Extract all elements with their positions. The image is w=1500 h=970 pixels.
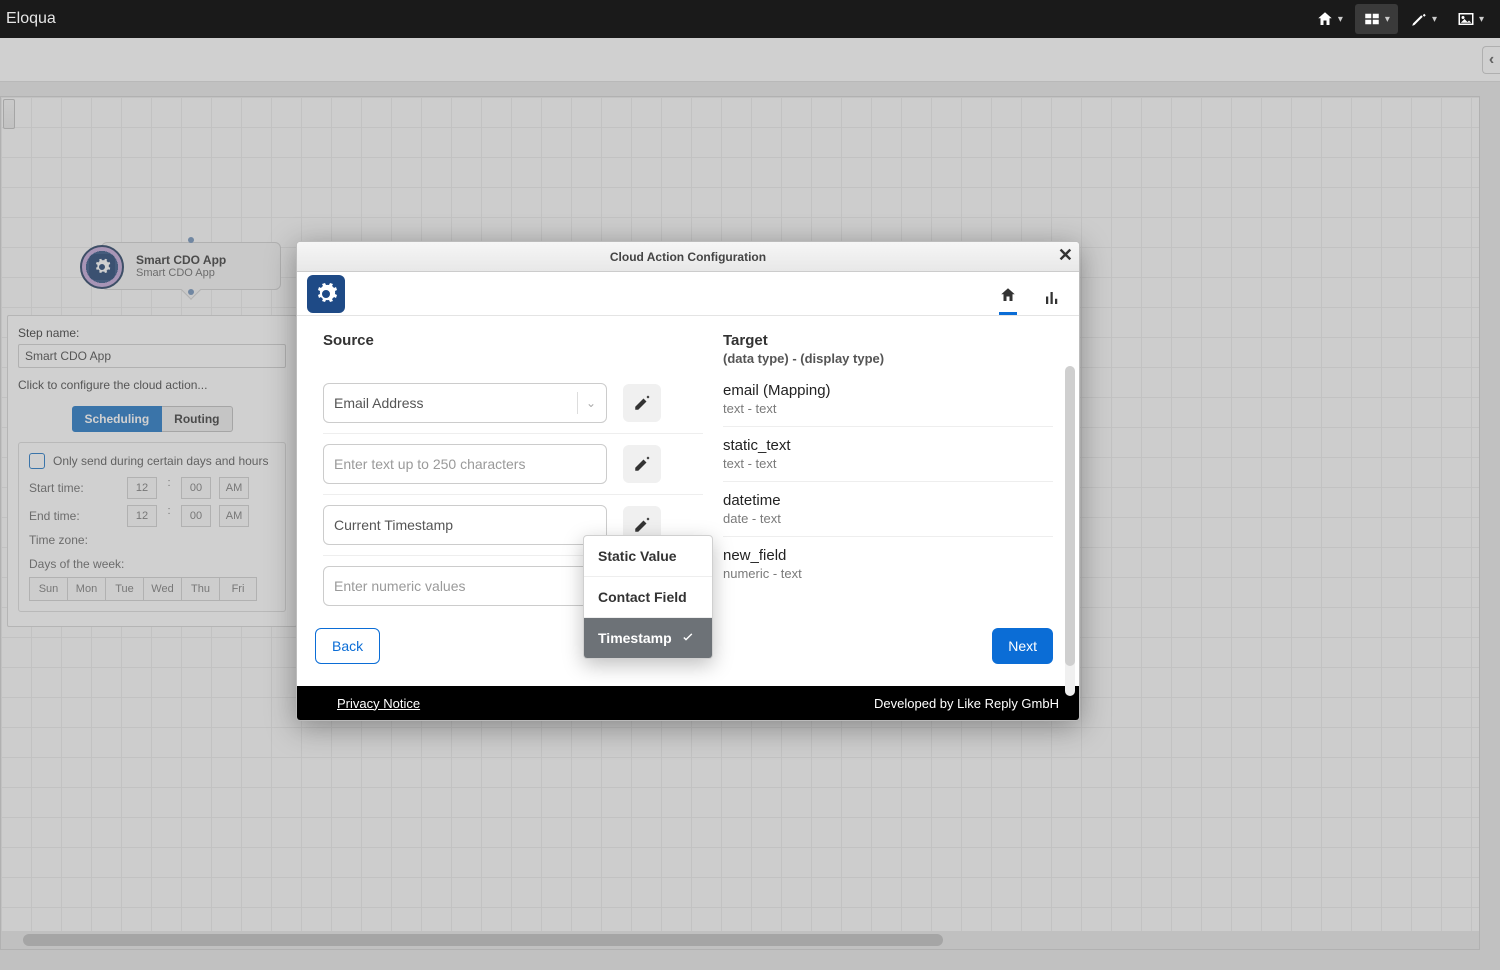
target-type: text - text bbox=[723, 456, 1053, 471]
app-topbar: Eloqua ▾ ▾ ▾ ▾ bbox=[0, 0, 1500, 38]
target-type: numeric - text bbox=[723, 566, 1053, 581]
next-button[interactable]: Next bbox=[992, 628, 1053, 664]
nav-canvas-button[interactable]: ▾ bbox=[1355, 4, 1398, 34]
chart-icon bbox=[1043, 289, 1061, 307]
brand-label: Eloqua bbox=[6, 10, 56, 28]
pen-icon bbox=[1410, 10, 1428, 28]
app-badge-icon bbox=[307, 275, 345, 313]
modal-tab-home[interactable] bbox=[999, 286, 1017, 315]
gear-icon bbox=[314, 282, 338, 306]
source-input-timestamp[interactable] bbox=[323, 505, 607, 545]
privacy-link[interactable]: Privacy Notice bbox=[337, 696, 420, 711]
nav-home-button[interactable]: ▾ bbox=[1308, 4, 1351, 34]
edit-icon bbox=[633, 516, 651, 534]
edit-icon bbox=[633, 394, 651, 412]
home-icon bbox=[1316, 10, 1334, 28]
modal-tab-stats[interactable] bbox=[1043, 289, 1061, 315]
canvas-icon bbox=[1363, 10, 1381, 28]
topbar-actions: ▾ ▾ ▾ ▾ bbox=[1308, 4, 1492, 34]
source-heading: Source bbox=[323, 332, 703, 349]
target-row: datetime date - text bbox=[723, 482, 1053, 537]
select-value: Email Address bbox=[334, 395, 423, 411]
target-row: new_field numeric - text bbox=[723, 537, 1053, 591]
target-name: datetime bbox=[723, 492, 1053, 509]
target-heading: Target bbox=[723, 332, 1053, 349]
target-name: email (Mapping) bbox=[723, 382, 1053, 399]
check-icon bbox=[680, 630, 696, 646]
popover-item-static[interactable]: Static Value bbox=[584, 536, 712, 577]
target-name: static_text bbox=[723, 437, 1053, 454]
chevron-down-icon: ⌄ bbox=[586, 396, 596, 410]
target-row: email (Mapping) text - text bbox=[723, 372, 1053, 427]
edit-icon bbox=[633, 455, 651, 473]
source-select-email[interactable]: Email Address ⌄ bbox=[323, 383, 607, 423]
target-type: text - text bbox=[723, 401, 1053, 416]
modal-topbar bbox=[297, 272, 1079, 316]
source-input-static-text[interactable] bbox=[323, 444, 607, 484]
target-row: static_text text - text bbox=[723, 427, 1053, 482]
chevron-down-icon: ▾ bbox=[1432, 14, 1437, 25]
image-icon bbox=[1457, 10, 1475, 28]
target-name: new_field bbox=[723, 547, 1053, 564]
back-button[interactable]: Back bbox=[315, 628, 380, 664]
target-type: date - text bbox=[723, 511, 1053, 526]
modal-close-button[interactable]: ✕ bbox=[1058, 245, 1073, 266]
chevron-down-icon: ▾ bbox=[1385, 14, 1390, 25]
developed-by-label: Developed by Like Reply GmbH bbox=[874, 696, 1059, 711]
source-input-numeric[interactable] bbox=[323, 566, 607, 606]
home-icon bbox=[999, 286, 1017, 304]
chevron-down-icon: ▾ bbox=[1479, 14, 1484, 25]
nav-pen-button[interactable]: ▾ bbox=[1402, 4, 1445, 34]
popover-item-label: Timestamp bbox=[598, 630, 672, 646]
edit-mapping-button[interactable] bbox=[623, 445, 661, 483]
target-subheading: (data type) - (display type) bbox=[723, 351, 1053, 366]
v-scrollbar-thumb[interactable] bbox=[1065, 366, 1075, 666]
edit-mapping-button[interactable] bbox=[623, 384, 661, 422]
modal-header: Cloud Action Configuration ✕ bbox=[297, 242, 1079, 272]
chevron-down-icon: ▾ bbox=[1338, 14, 1343, 25]
modal-footer: Privacy Notice Developed by Like Reply G… bbox=[297, 686, 1079, 720]
mapping-row bbox=[323, 434, 703, 495]
popover-item-contact[interactable]: Contact Field bbox=[584, 577, 712, 618]
main-area: ‹ Smart CDO App Smart CDO App bbox=[0, 38, 1500, 970]
modal-title: Cloud Action Configuration bbox=[610, 250, 766, 264]
nav-image-button[interactable]: ▾ bbox=[1449, 4, 1492, 34]
mapping-row: Email Address ⌄ bbox=[323, 373, 703, 434]
popover-item-timestamp[interactable]: Timestamp bbox=[584, 618, 712, 658]
source-type-popover: Static Value Contact Field Timestamp bbox=[583, 535, 713, 659]
